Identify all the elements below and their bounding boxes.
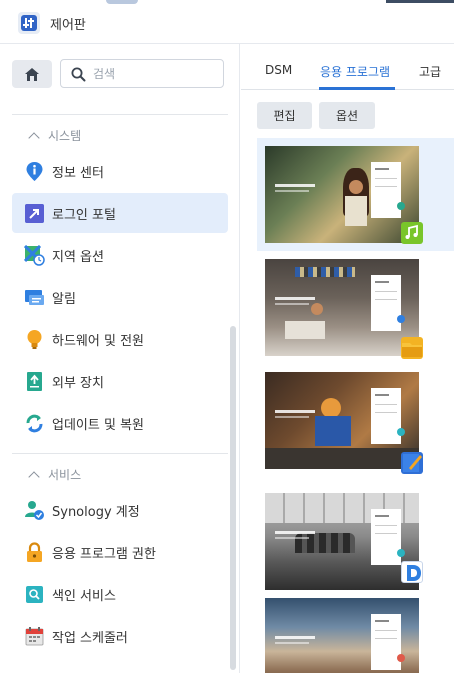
- task-scheduler-icon: [25, 627, 44, 646]
- section-label: 서비스: [48, 468, 82, 482]
- sidebar-divider: [12, 453, 228, 454]
- app-preview-thumbnail: [265, 598, 419, 673]
- list-item[interactable]: [257, 251, 454, 364]
- sidebar-item-hardware-power[interactable]: 하드웨어 및 전원: [12, 319, 228, 359]
- drive-icon: [401, 561, 423, 583]
- audio-station-icon: [401, 222, 423, 244]
- search-icon: [71, 67, 86, 82]
- search-box[interactable]: [60, 59, 224, 88]
- window-edge: [386, 0, 454, 3]
- sidebar-scrollbar[interactable]: [230, 326, 236, 670]
- section-label: 시스템: [48, 129, 82, 143]
- sidebar-item-label: 작업 스케줄러: [52, 631, 128, 646]
- tab-dsm[interactable]: DSM: [265, 63, 292, 77]
- sidebar-item-label: 색인 서비스: [52, 589, 116, 604]
- sidebar-item-application-privileges[interactable]: 응용 프로그램 권한: [12, 532, 228, 572]
- sidebar-item-label: Synology 계정: [52, 505, 140, 520]
- list-item[interactable]: [257, 590, 454, 673]
- regional-options-icon: [24, 245, 45, 266]
- external-devices-icon: [27, 372, 42, 391]
- sidebar-item-label: 로그인 포털: [52, 208, 116, 223]
- active-tab-indicator: [319, 87, 395, 90]
- application-privileges-icon: [27, 542, 42, 562]
- sidebar-item-label: 지역 옵션: [52, 250, 104, 265]
- sidebar-item-label: 응용 프로그램 권한: [52, 547, 156, 562]
- notification-icon: [25, 290, 44, 305]
- window-tab-strip: [106, 0, 138, 4]
- list-item[interactable]: [257, 364, 454, 485]
- tab-advanced[interactable]: 고급: [419, 63, 441, 80]
- home-button[interactable]: [12, 60, 52, 88]
- app-preview-thumbnail: [265, 259, 419, 356]
- sidebar-item-label: 외부 장치: [52, 376, 104, 391]
- indexing-service-icon: [26, 586, 43, 603]
- tab-applications[interactable]: 응용 프로그램: [320, 63, 390, 80]
- list-item[interactable]: [257, 485, 454, 590]
- sidebar-item-info-center[interactable]: 정보 센터: [12, 151, 228, 191]
- synology-account-icon: [25, 501, 44, 520]
- sidebar-divider: [12, 114, 228, 115]
- sidebar-item-indexing-service[interactable]: 색인 서비스: [12, 574, 228, 614]
- info-icon: [26, 162, 43, 181]
- title-bar: 제어판: [0, 0, 454, 44]
- note-station-icon: [401, 452, 423, 474]
- file-station-icon: [401, 337, 423, 359]
- sidebar-item-label: 하드웨어 및 전원: [52, 334, 144, 349]
- list-item[interactable]: [257, 138, 454, 251]
- window-title: 제어판: [50, 18, 86, 33]
- section-header-system[interactable]: 시스템: [28, 127, 82, 144]
- sidebar-item-login-portal[interactable]: 로그인 포털: [12, 193, 228, 233]
- sidebar: 시스템 정보 센터 로그인 포털 지역 옵션: [0, 44, 240, 673]
- sidebar-item-label: 알림: [52, 292, 76, 307]
- sidebar-item-regional-options[interactable]: 지역 옵션: [12, 235, 228, 275]
- control-panel-icon: [18, 12, 40, 34]
- search-input[interactable]: [93, 64, 217, 84]
- update-restore-icon: [26, 414, 43, 433]
- chevron-up-icon: [28, 132, 40, 144]
- main-panel: DSM 응용 프로그램 고급 편집 옵션: [241, 44, 454, 673]
- sidebar-item-label: 정보 센터: [52, 166, 104, 181]
- app-portal-list: [241, 138, 454, 673]
- hardware-power-icon: [27, 330, 42, 349]
- options-button[interactable]: 옵션: [319, 102, 375, 129]
- chevron-up-icon: [28, 471, 40, 483]
- section-header-services[interactable]: 서비스: [28, 466, 82, 483]
- tab-bar: DSM 응용 프로그램 고급: [241, 44, 454, 90]
- sidebar-item-update-restore[interactable]: 업데이트 및 복원: [12, 403, 228, 443]
- sidebar-item-synology-account[interactable]: Synology 계정: [12, 490, 228, 530]
- login-portal-icon: [25, 204, 44, 223]
- sidebar-item-task-scheduler[interactable]: 작업 스케줄러: [12, 616, 228, 656]
- sidebar-item-notification[interactable]: 알림: [12, 277, 228, 317]
- app-preview-thumbnail: [265, 146, 419, 243]
- sidebar-item-label: 업데이트 및 복원: [52, 418, 144, 433]
- app-preview-thumbnail: [265, 372, 419, 469]
- app-preview-thumbnail: [265, 493, 419, 590]
- edit-button[interactable]: 편집: [257, 102, 312, 129]
- home-icon: [25, 67, 39, 81]
- sidebar-item-external-devices[interactable]: 외부 장치: [12, 361, 228, 401]
